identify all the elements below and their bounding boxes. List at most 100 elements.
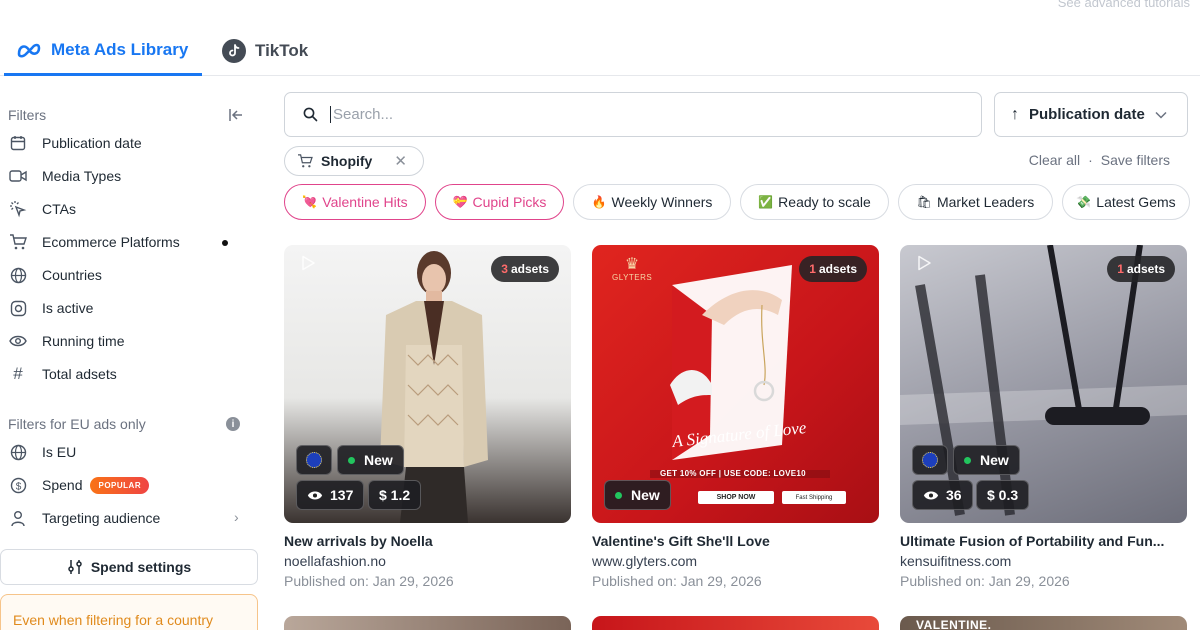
cart-icon [8,232,28,252]
ad-card[interactable]: ♛ GLYTERS A Signature of Love GET 10% OF… [592,245,879,589]
ad-title[interactable]: Valentine's Gift She'll Love [592,533,879,549]
filter-label: Media Types [42,168,122,184]
eye-icon [307,490,323,501]
meta-logo-icon [16,42,42,58]
dollar-icon: $ [8,475,28,495]
ad-title[interactable]: Ultimate Fusion of Portability and Fun..… [900,533,1187,549]
filter-media-types[interactable]: Media Types [8,164,248,188]
filter-is-eu[interactable]: Is EU [8,440,248,464]
ad-domain[interactable]: kensuifitness.com [900,553,1187,569]
spend-settings-button[interactable]: Spend settings [0,549,258,585]
filter-label: Ecommerce Platforms [42,234,180,250]
preset-weekly-winners[interactable]: 🔥 Weekly Winners [573,184,731,220]
filter-publication-date[interactable]: Publication date [8,131,248,155]
preset-emoji: 🛍 [916,195,932,209]
filters-sidebar: Filters Publication date Media Types CTA… [0,100,262,630]
preset-label: Cupid Picks [472,194,547,210]
preset-valentine-hits[interactable]: 💘 Valentine Hits [284,184,426,220]
active-filter-chip-shopify: Shopify ✕ [284,146,424,176]
search-box [284,92,982,137]
views-badge: 137 [296,480,365,510]
search-input[interactable] [330,106,930,123]
play-icon[interactable] [300,255,316,276]
preset-market-leaders[interactable]: 🛍 Market Leaders [898,184,1053,220]
eu-flag-badge [296,445,332,475]
hash-icon: # [13,364,23,383]
preset-emoji: 🔥 [591,195,607,209]
filter-running-time[interactable]: Running time [8,329,248,353]
chevron-down-icon [1155,111,1167,119]
filter-actions: Clear all · Save filters [1029,152,1170,168]
info-icon[interactable]: i [226,417,240,431]
filter-label: Targeting audience [42,510,161,526]
ad-thumbnail[interactable]: 1 adsets New 36 $ 0.3 [900,245,1187,523]
filter-targeting-audience[interactable]: Targeting audience [8,506,248,530]
filter-countries[interactable]: Countries [8,263,248,287]
ad-thumbnail[interactable]: 3 adsets New 137 $ 1.2 [284,245,571,523]
clear-all-link[interactable]: Clear all [1029,152,1080,168]
tab-meta-ads-library[interactable]: Meta Ads Library [4,26,202,76]
tiktok-logo-icon [222,39,246,63]
ad-card[interactable]: 3 adsets New 137 $ 1.2 New arrivals by No… [284,245,571,589]
preset-latest-gems[interactable]: 💸 Latest Gems [1062,184,1190,220]
adsets-badge: 3 adsets [491,256,559,282]
preset-cupid-picks[interactable]: 💝 Cupid Picks [435,184,564,220]
sort-label: Publication date [1029,106,1145,123]
preset-label: Weekly Winners [611,194,713,210]
tab-tiktok[interactable]: TikTok [222,26,308,76]
sliders-icon [67,559,83,575]
toggle-icon [8,298,28,318]
filter-spend[interactable]: $ Spend POPULAR [8,473,248,497]
search-icon [303,107,318,122]
ad-thumbnail[interactable]: ♛ GLYTERS A Signature of Love GET 10% OF… [592,245,879,523]
ad-card-partial[interactable] [592,616,879,630]
cursor-click-icon [8,199,28,219]
advanced-tutorials-link[interactable]: See advanced tutorials [1058,0,1190,10]
preset-label: Latest Gems [1096,194,1176,210]
collapse-sidebar-icon[interactable] [228,108,244,127]
brand-text: GLYTERS [612,273,653,282]
user-icon [8,508,28,528]
ad-published-date: Published on: Jan 29, 2026 [284,573,454,589]
preset-emoji: ✅ [758,195,774,209]
ad-domain[interactable]: www.glyters.com [592,553,879,569]
filter-label: Is EU [42,444,77,460]
play-icon[interactable] [916,255,932,276]
ad-title[interactable]: New arrivals by Noella [284,533,571,549]
status-badge: New [953,445,1020,475]
ad-published-date: Published on: Jan 29, 2026 [900,573,1070,589]
svg-text:$: $ [15,481,21,492]
eye-icon [8,331,28,351]
chevron-right-icon[interactable]: › [234,509,239,525]
ad-card-partial[interactable] [284,616,571,630]
filter-label: Publication date [42,135,142,151]
ad-shop-now: SHOP NOW [698,491,774,504]
status-label: New [980,452,1009,468]
tab-tiktok-label: TikTok [255,41,309,60]
adsets-label: adsets [818,262,857,276]
video-icon [8,166,28,186]
status-badge: New [604,480,671,510]
filter-label: Spend [42,477,83,493]
filter-ctas[interactable]: CTAs [8,197,248,221]
sort-dropdown[interactable]: ↑ Publication date [994,92,1188,137]
ad-card[interactable]: 1 adsets New 36 $ 0.3 Ultimate Fusion of … [900,245,1187,589]
filter-is-active[interactable]: Is active [8,296,248,320]
save-filters-link[interactable]: Save filters [1101,152,1170,168]
status-dot [615,491,622,499]
adsets-badge: 1 adsets [799,256,867,282]
partial-card-text: VALENTINE. [916,618,992,630]
filters-heading: Filters [8,107,47,123]
filter-ecommerce-platforms[interactable]: Ecommerce Platforms [8,230,248,254]
preset-ready-to-scale[interactable]: ✅ Ready to scale [740,184,889,220]
globe-icon [8,265,28,285]
separator: · [1088,152,1093,168]
ad-card-partial[interactable]: VALENTINE. [900,616,1187,630]
glyters-logo: ♛ GLYTERS [612,256,653,283]
filter-label: Total adsets [42,366,117,382]
remove-chip-icon[interactable]: ✕ [394,152,407,170]
preset-label: Valentine Hits [322,194,408,210]
filter-total-adsets[interactable]: # Total adsets [8,362,248,386]
status-label: New [631,487,660,503]
ad-domain[interactable]: noellafashion.no [284,553,571,569]
